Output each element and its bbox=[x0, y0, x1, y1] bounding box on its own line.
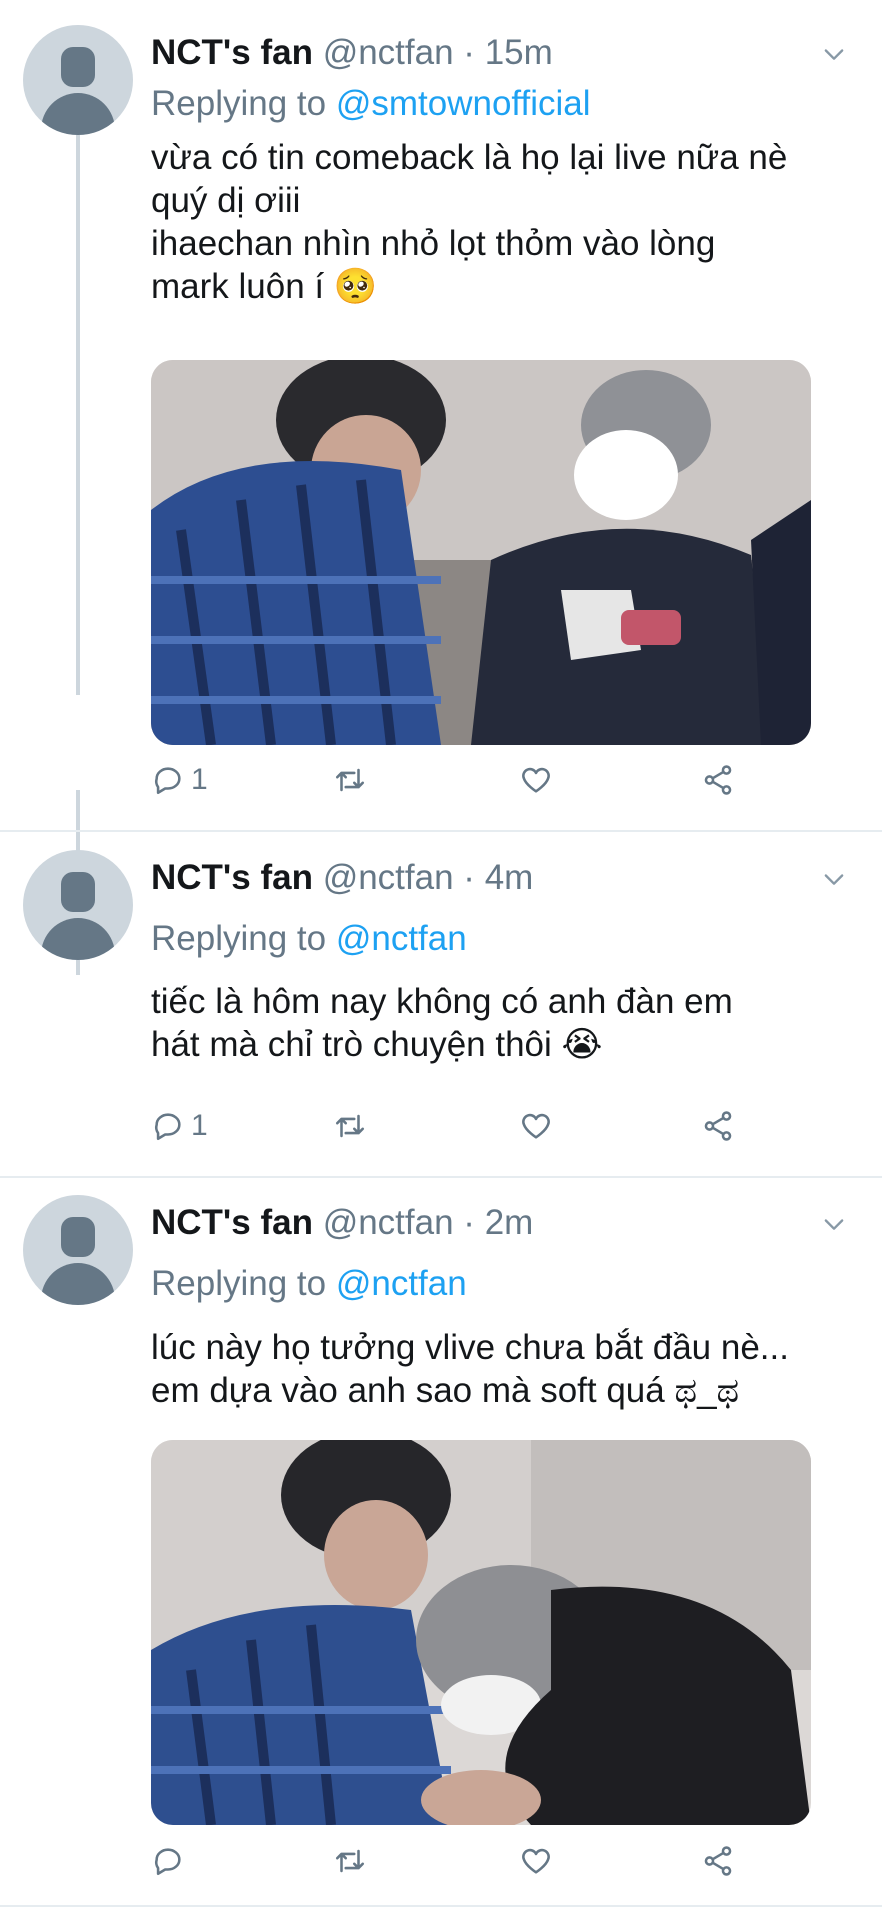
heart-icon bbox=[522, 767, 550, 793]
tweet-divider bbox=[0, 1176, 882, 1178]
chevron-down-icon[interactable] bbox=[820, 865, 848, 893]
tweet-photo[interactable] bbox=[151, 1440, 811, 1825]
photo-image bbox=[151, 360, 811, 745]
chevron-down-icon[interactable] bbox=[820, 40, 848, 68]
chevron-down-icon[interactable] bbox=[820, 1210, 848, 1238]
avatar[interactable] bbox=[23, 25, 133, 135]
tweet-header: NCT's fan @nctfan · 15m bbox=[151, 32, 553, 74]
retweet-icon bbox=[335, 1114, 365, 1138]
replying-to: Replying to @nctfan bbox=[151, 918, 467, 960]
reply-icon bbox=[155, 1113, 181, 1141]
tweet-text: tiếc là hôm nay không có anh đàn em hát … bbox=[151, 982, 733, 1064]
tweet-text: vừa có tin comeback là họ lại live nữa n… bbox=[151, 138, 788, 306]
reply-icon bbox=[155, 767, 181, 795]
share-icon bbox=[704, 1111, 732, 1141]
replying-label: Replying to bbox=[151, 84, 336, 123]
tweet-header: NCT's fan @nctfan · 4m bbox=[151, 857, 533, 899]
reply-count: 1 bbox=[191, 763, 208, 796]
retweet-button[interactable] bbox=[333, 760, 367, 800]
retweet-button[interactable] bbox=[333, 1841, 367, 1881]
timestamp[interactable]: 4m bbox=[485, 858, 534, 897]
tweet-actions: 1 bbox=[151, 1106, 851, 1146]
tweet-divider bbox=[0, 830, 882, 832]
reply-button[interactable]: 1 bbox=[151, 760, 208, 800]
avatar[interactable] bbox=[23, 1195, 133, 1305]
retweet-icon bbox=[335, 1849, 365, 1873]
tweet-header: NCT's fan @nctfan · 2m bbox=[151, 1202, 533, 1244]
tweet-actions: 1 bbox=[151, 760, 851, 800]
thread-line bbox=[76, 115, 80, 695]
user-handle[interactable]: @nctfan bbox=[323, 1203, 454, 1242]
tweet-text: lúc này họ tưởng vlive chưa bắt đầu nè..… bbox=[151, 1328, 789, 1410]
photo-image bbox=[151, 1440, 811, 1825]
display-name[interactable]: NCT's fan bbox=[151, 1203, 313, 1242]
reply-mention-link[interactable]: @nctfan bbox=[336, 919, 467, 958]
user-handle[interactable]: @nctfan bbox=[323, 858, 454, 897]
separator-dot: · bbox=[463, 1203, 475, 1242]
replying-to: Replying to @nctfan bbox=[151, 1263, 467, 1305]
display-name[interactable]: NCT's fan bbox=[151, 858, 313, 897]
share-button[interactable] bbox=[701, 1106, 735, 1146]
reply-icon bbox=[155, 1848, 181, 1876]
heart-icon bbox=[522, 1113, 550, 1139]
avatar[interactable] bbox=[23, 850, 133, 960]
share-icon bbox=[704, 1846, 732, 1876]
like-button[interactable] bbox=[519, 1106, 553, 1146]
retweet-icon bbox=[335, 768, 365, 792]
heart-icon bbox=[522, 1848, 550, 1874]
timestamp[interactable]: 15m bbox=[485, 33, 553, 72]
tweet-actions bbox=[151, 1841, 851, 1881]
like-button[interactable] bbox=[519, 760, 553, 800]
retweet-button[interactable] bbox=[333, 1106, 367, 1146]
display-name[interactable]: NCT's fan bbox=[151, 33, 313, 72]
share-button[interactable] bbox=[701, 760, 735, 800]
replying-label: Replying to bbox=[151, 1264, 336, 1303]
replying-to: Replying to @smtownofficial bbox=[151, 83, 591, 125]
reply-mention-link[interactable]: @smtownofficial bbox=[336, 84, 591, 123]
reply-button[interactable] bbox=[151, 1841, 191, 1881]
reply-mention-link[interactable]: @nctfan bbox=[336, 1264, 467, 1303]
replying-label: Replying to bbox=[151, 919, 336, 958]
share-button[interactable] bbox=[701, 1841, 735, 1881]
reply-button[interactable]: 1 bbox=[151, 1106, 208, 1146]
tweet-photo[interactable] bbox=[151, 360, 811, 745]
share-icon bbox=[704, 765, 732, 795]
timestamp[interactable]: 2m bbox=[485, 1203, 534, 1242]
like-button[interactable] bbox=[519, 1841, 553, 1881]
user-handle[interactable]: @nctfan bbox=[323, 33, 454, 72]
tweet-thread: NCT's fan @nctfan · 15m Replying to @smt… bbox=[0, 0, 882, 1920]
tweet-divider bbox=[0, 1905, 882, 1907]
reply-count: 1 bbox=[191, 1109, 208, 1142]
separator-dot: · bbox=[463, 858, 475, 897]
separator-dot: · bbox=[463, 33, 475, 72]
